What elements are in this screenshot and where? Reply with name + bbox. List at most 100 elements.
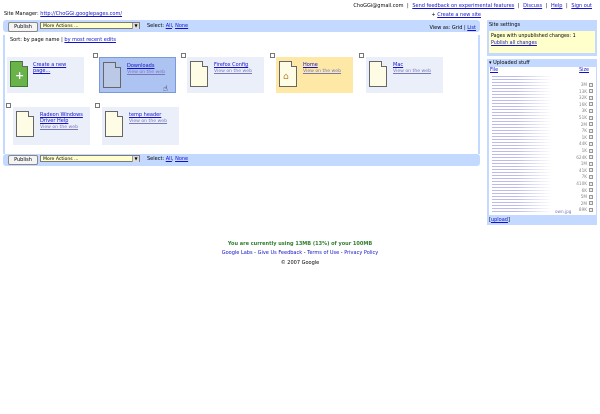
page-title-radeon[interactable]: Radeon Windows Driver Help xyxy=(40,112,88,124)
delete-file-icon[interactable] xyxy=(589,201,593,206)
checkbox-radeon[interactable] xyxy=(6,103,11,108)
page-tile-downloads[interactable]: Downloads View on the web ☝ xyxy=(99,57,176,93)
delete-file-icon[interactable] xyxy=(589,188,593,193)
delete-file-icon[interactable] xyxy=(589,207,593,212)
delete-file-icon[interactable] xyxy=(589,89,593,94)
page-tile-home[interactable]: ⌂ Home View on the web xyxy=(276,57,353,93)
footer-links: Google Labs - Give Us Feedback - Terms o… xyxy=(221,250,379,256)
file-size: 13K xyxy=(578,88,587,94)
view-on-web-temp-header[interactable]: View on the web xyxy=(129,119,167,124)
more-actions-value: More Actions ... xyxy=(43,157,79,162)
site-manager-header: Site Manager: http://ChoGGi.googlepages.… xyxy=(4,11,122,17)
select-all-link[interactable]: All xyxy=(166,156,172,162)
file-size: 41K xyxy=(578,167,587,173)
create-page-tile[interactable]: + Create a new page... xyxy=(7,57,84,93)
chevron-down-icon: ▼ xyxy=(132,156,139,162)
page-title-downloads[interactable]: Downloads xyxy=(127,63,177,69)
file-size: 44K xyxy=(578,141,587,147)
delete-file-icon[interactable] xyxy=(589,161,593,166)
publish-button-top[interactable]: Publish xyxy=(8,22,38,32)
view-on-web-firefox-config[interactable]: View on the web xyxy=(214,69,252,74)
site-url-link[interactable]: http://ChoGGi.googlepages.com/ xyxy=(40,11,122,17)
page-title-home[interactable]: Home xyxy=(303,62,353,68)
delete-file-icon[interactable] xyxy=(589,115,593,120)
create-site: + Create a new site xyxy=(431,12,481,18)
file-column-header[interactable]: File xyxy=(490,68,498,73)
page-title-mac[interactable]: Mac xyxy=(393,62,443,68)
checkbox-downloads[interactable] xyxy=(93,53,98,58)
page-tile-temp-header[interactable]: temp header View on the web xyxy=(102,107,179,145)
copyright: © 2007 Google xyxy=(280,260,320,266)
privacy-link[interactable]: Privacy Policy xyxy=(344,250,378,256)
discuss-link[interactable]: Discuss xyxy=(523,3,542,9)
file-size: 5M xyxy=(580,194,587,200)
file-size: 2M xyxy=(580,121,587,127)
send-feedback-link[interactable]: Send feedback on experimental features xyxy=(412,3,514,9)
select-all-link[interactable]: All xyxy=(166,23,172,29)
size-column-header[interactable]: Size xyxy=(579,68,589,73)
give-feedback-link[interactable]: Give Us Feedback xyxy=(258,250,303,256)
delete-file-icon[interactable] xyxy=(589,82,593,87)
delete-file-icon[interactable] xyxy=(589,102,593,107)
sort-bar: Sort: by page name | by most recent edit… xyxy=(10,37,116,43)
view-list-link[interactable]: List xyxy=(467,25,476,31)
page-icon xyxy=(105,111,123,137)
collapse-triangle-icon[interactable]: ▾ xyxy=(489,60,492,66)
site-settings-title: Site settings xyxy=(489,22,521,28)
sort-recent-link[interactable]: by most recent edits xyxy=(64,37,116,43)
page-tile-radeon[interactable]: Radeon Windows Driver Help View on the w… xyxy=(13,107,90,145)
new-page-icon: + xyxy=(10,61,28,87)
file-size: 7K xyxy=(581,128,587,134)
unpublished-box: Pages with unpublished changes: 1 Publis… xyxy=(489,31,595,53)
home-page-icon: ⌂ xyxy=(279,61,297,87)
delete-file-icon[interactable] xyxy=(589,141,593,146)
page-tile-firefox-config[interactable]: Firefox Config View on the web xyxy=(187,57,264,93)
publish-button-bottom[interactable]: Publish xyxy=(8,155,38,165)
file-size: 51K xyxy=(578,115,587,120)
delete-file-icon[interactable] xyxy=(589,194,593,199)
select-none-link[interactable]: None xyxy=(175,156,188,162)
more-actions-select-top[interactable]: More Actions ... ▼ xyxy=(40,22,140,29)
delete-file-icon[interactable] xyxy=(589,148,593,153)
page-icon xyxy=(369,61,387,87)
view-on-web-downloads[interactable]: View on the web xyxy=(127,70,165,75)
view-on-web-mac[interactable]: View on the web xyxy=(393,69,431,74)
file-size: 16K xyxy=(578,101,587,107)
view-on-web-home[interactable]: View on the web xyxy=(303,69,341,74)
delete-file-icon[interactable] xyxy=(589,122,593,127)
page-title-temp-header[interactable]: temp header xyxy=(129,112,179,118)
file-size: 2M xyxy=(580,200,587,206)
terms-link[interactable]: Terms of Use xyxy=(307,250,339,256)
page-title-firefox-config[interactable]: Firefox Config xyxy=(214,62,264,68)
select-none-link[interactable]: None xyxy=(175,23,188,29)
delete-file-icon[interactable] xyxy=(589,135,593,140)
create-page-link[interactable]: Create a new page... xyxy=(33,62,83,74)
checkbox-home[interactable] xyxy=(270,53,275,58)
delete-file-icon[interactable] xyxy=(589,168,593,173)
delete-file-icon[interactable] xyxy=(589,155,593,160)
create-site-link[interactable]: Create a new site xyxy=(437,12,481,18)
delete-file-icon[interactable] xyxy=(589,181,593,186)
help-link[interactable]: Help xyxy=(551,3,562,9)
checkbox-mac[interactable] xyxy=(359,53,364,58)
checkbox-firefox-config[interactable] xyxy=(181,53,186,58)
page-tile-mac[interactable]: Mac View on the web xyxy=(366,57,443,93)
delete-file-icon[interactable] xyxy=(589,95,593,100)
uploaded-header: ▾ Uploaded stuff xyxy=(489,60,530,66)
delete-file-icon[interactable] xyxy=(589,128,593,133)
sign-out-link[interactable]: Sign out xyxy=(571,3,592,9)
select-label: Select: xyxy=(147,23,165,29)
upload-link[interactable]: upload xyxy=(491,217,508,223)
delete-file-icon[interactable] xyxy=(589,108,593,113)
more-actions-select-bottom[interactable]: More Actions ... ▼ xyxy=(40,155,140,162)
checkbox-temp-header[interactable] xyxy=(95,103,100,108)
file-size: 32K xyxy=(578,95,587,101)
delete-file-icon[interactable] xyxy=(589,174,593,179)
view-grid-current: Grid xyxy=(451,25,463,31)
page-icon xyxy=(16,111,34,137)
page-icon xyxy=(190,61,208,87)
file-size: 7K xyxy=(581,174,587,180)
publish-all-link[interactable]: Publish all changes xyxy=(491,41,537,46)
google-labs-link[interactable]: Google Labs xyxy=(222,250,253,256)
view-on-web-radeon[interactable]: View on the web xyxy=(40,125,78,130)
